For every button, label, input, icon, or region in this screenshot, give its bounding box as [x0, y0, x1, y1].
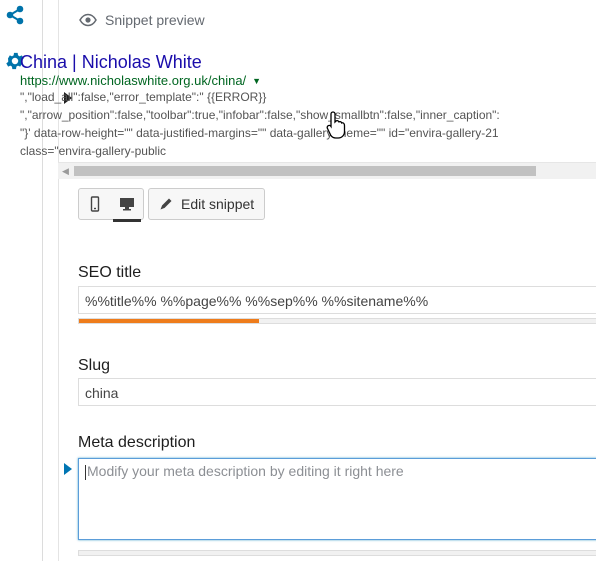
- pencil-icon: [160, 198, 172, 210]
- desktop-icon: [120, 198, 134, 211]
- serp-title[interactable]: China | Nicholas White: [20, 52, 202, 73]
- meta-description-textarea[interactable]: Modify your meta description by editing …: [78, 458, 596, 540]
- serp-url-text: https://www.nicholaswhite.org.uk/china/: [20, 73, 247, 88]
- preview-toolbar: Edit snippet: [78, 188, 266, 222]
- seo-title-progress-bar: [78, 318, 596, 324]
- preview-horizontal-scrollbar[interactable]: ◀: [58, 162, 596, 179]
- device-toggle: [78, 188, 144, 222]
- meta-description-label: Meta description: [78, 434, 196, 451]
- edit-snippet-label: Edit snippet: [181, 196, 255, 212]
- scrollbar-thumb[interactable]: [74, 166, 536, 176]
- text-caret: [85, 464, 86, 480]
- meta-description-progress-bar: [78, 550, 596, 556]
- mobile-preview-button[interactable]: [79, 189, 111, 219]
- seo-title-input[interactable]: %%title%% %%page%% %%sep%% %%sitename%%: [78, 286, 596, 314]
- slug-label: Slug: [78, 357, 111, 374]
- scroll-left-icon[interactable]: ◀: [62, 166, 69, 177]
- meta-description-marker-icon: [64, 463, 72, 475]
- serp-description-line-4: class="envira-gallery-public: [20, 144, 166, 158]
- serp-description-line-1: ","load_all":false,"error_template":" {{…: [20, 90, 267, 104]
- hand-cursor-icon: [325, 110, 349, 140]
- snippet-preview-label: Snippet preview: [105, 12, 205, 28]
- eye-icon: [79, 13, 97, 27]
- snippet-preview-header: Snippet preview: [79, 10, 205, 30]
- serp-description-line-2: ","arrow_position":false,"toolbar":true,…: [20, 108, 500, 122]
- slug-input[interactable]: china: [78, 378, 596, 406]
- seo-title-progress-fill: [79, 319, 259, 323]
- share-icon[interactable]: [4, 4, 26, 26]
- edit-snippet-button[interactable]: Edit snippet: [148, 188, 266, 220]
- mobile-icon: [90, 196, 100, 212]
- serp-description-line-3: "}' data-row-height="" data-justified-ma…: [20, 126, 499, 140]
- desktop-preview-button[interactable]: [111, 189, 143, 222]
- seo-title-label: SEO title: [78, 264, 142, 281]
- serp-url: https://www.nicholaswhite.org.uk/china/ …: [20, 73, 261, 88]
- meta-description-placeholder: Modify your meta description by editing …: [87, 463, 404, 479]
- url-dropdown-icon[interactable]: ▼: [252, 76, 261, 86]
